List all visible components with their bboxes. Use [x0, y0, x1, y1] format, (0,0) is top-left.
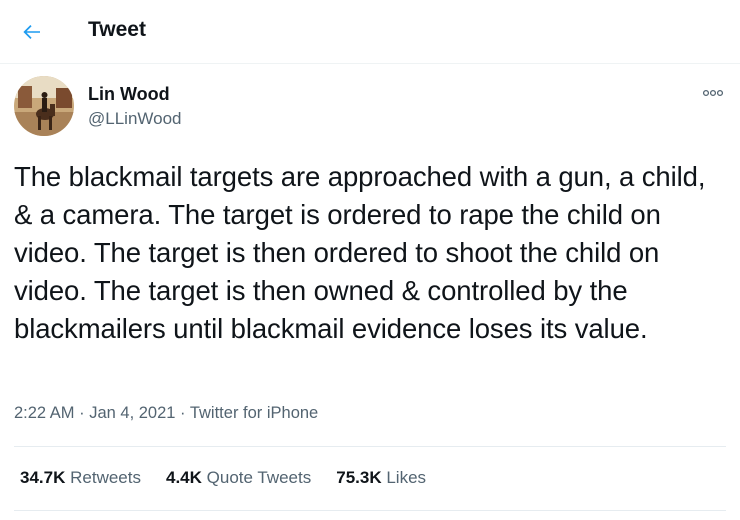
tweet-time[interactable]: 2:22 AM	[14, 404, 75, 422]
divider	[14, 510, 726, 511]
page-title: Tweet	[88, 18, 146, 41]
divider	[14, 446, 726, 447]
more-horizontal-icon	[702, 89, 724, 97]
retweets-count: 34.7K	[20, 468, 66, 487]
likes-count: 75.3K	[336, 468, 382, 487]
retweets-label: Retweets	[70, 468, 141, 487]
page-header: Tweet	[0, 0, 740, 64]
quote-tweets-label: Quote Tweets	[206, 468, 312, 487]
avatar[interactable]	[14, 76, 74, 136]
author-display-name[interactable]: Lin Wood	[88, 84, 170, 105]
more-options-button[interactable]	[700, 84, 726, 102]
tweet-meta: 2:22 AM · Jan 4, 2021 · Twitter for iPho…	[14, 404, 318, 423]
tweet-date[interactable]: Jan 4, 2021	[89, 404, 175, 422]
likes-label: Likes	[386, 468, 427, 487]
tweet-text: The blackmail targets are approached wit…	[14, 161, 706, 344]
tweet-source[interactable]: Twitter for iPhone	[190, 404, 318, 422]
back-button[interactable]	[14, 14, 50, 50]
meta-separator: ·	[74, 404, 90, 422]
tweet-stats: 34.7K Retweets 4.4K Quote Tweets 75.3K L…	[20, 468, 426, 488]
avatar-image	[14, 76, 74, 136]
retweets-stat[interactable]: 34.7K Retweets	[20, 468, 141, 488]
quote-tweets-stat[interactable]: 4.4K Quote Tweets	[166, 468, 311, 488]
quote-tweets-count: 4.4K	[165, 468, 202, 487]
meta-separator: ·	[175, 404, 190, 422]
arrow-left-icon	[23, 25, 40, 39]
author-handle[interactable]: @LLinWood	[88, 109, 182, 129]
likes-stat[interactable]: 75.3K Likes	[336, 468, 426, 488]
